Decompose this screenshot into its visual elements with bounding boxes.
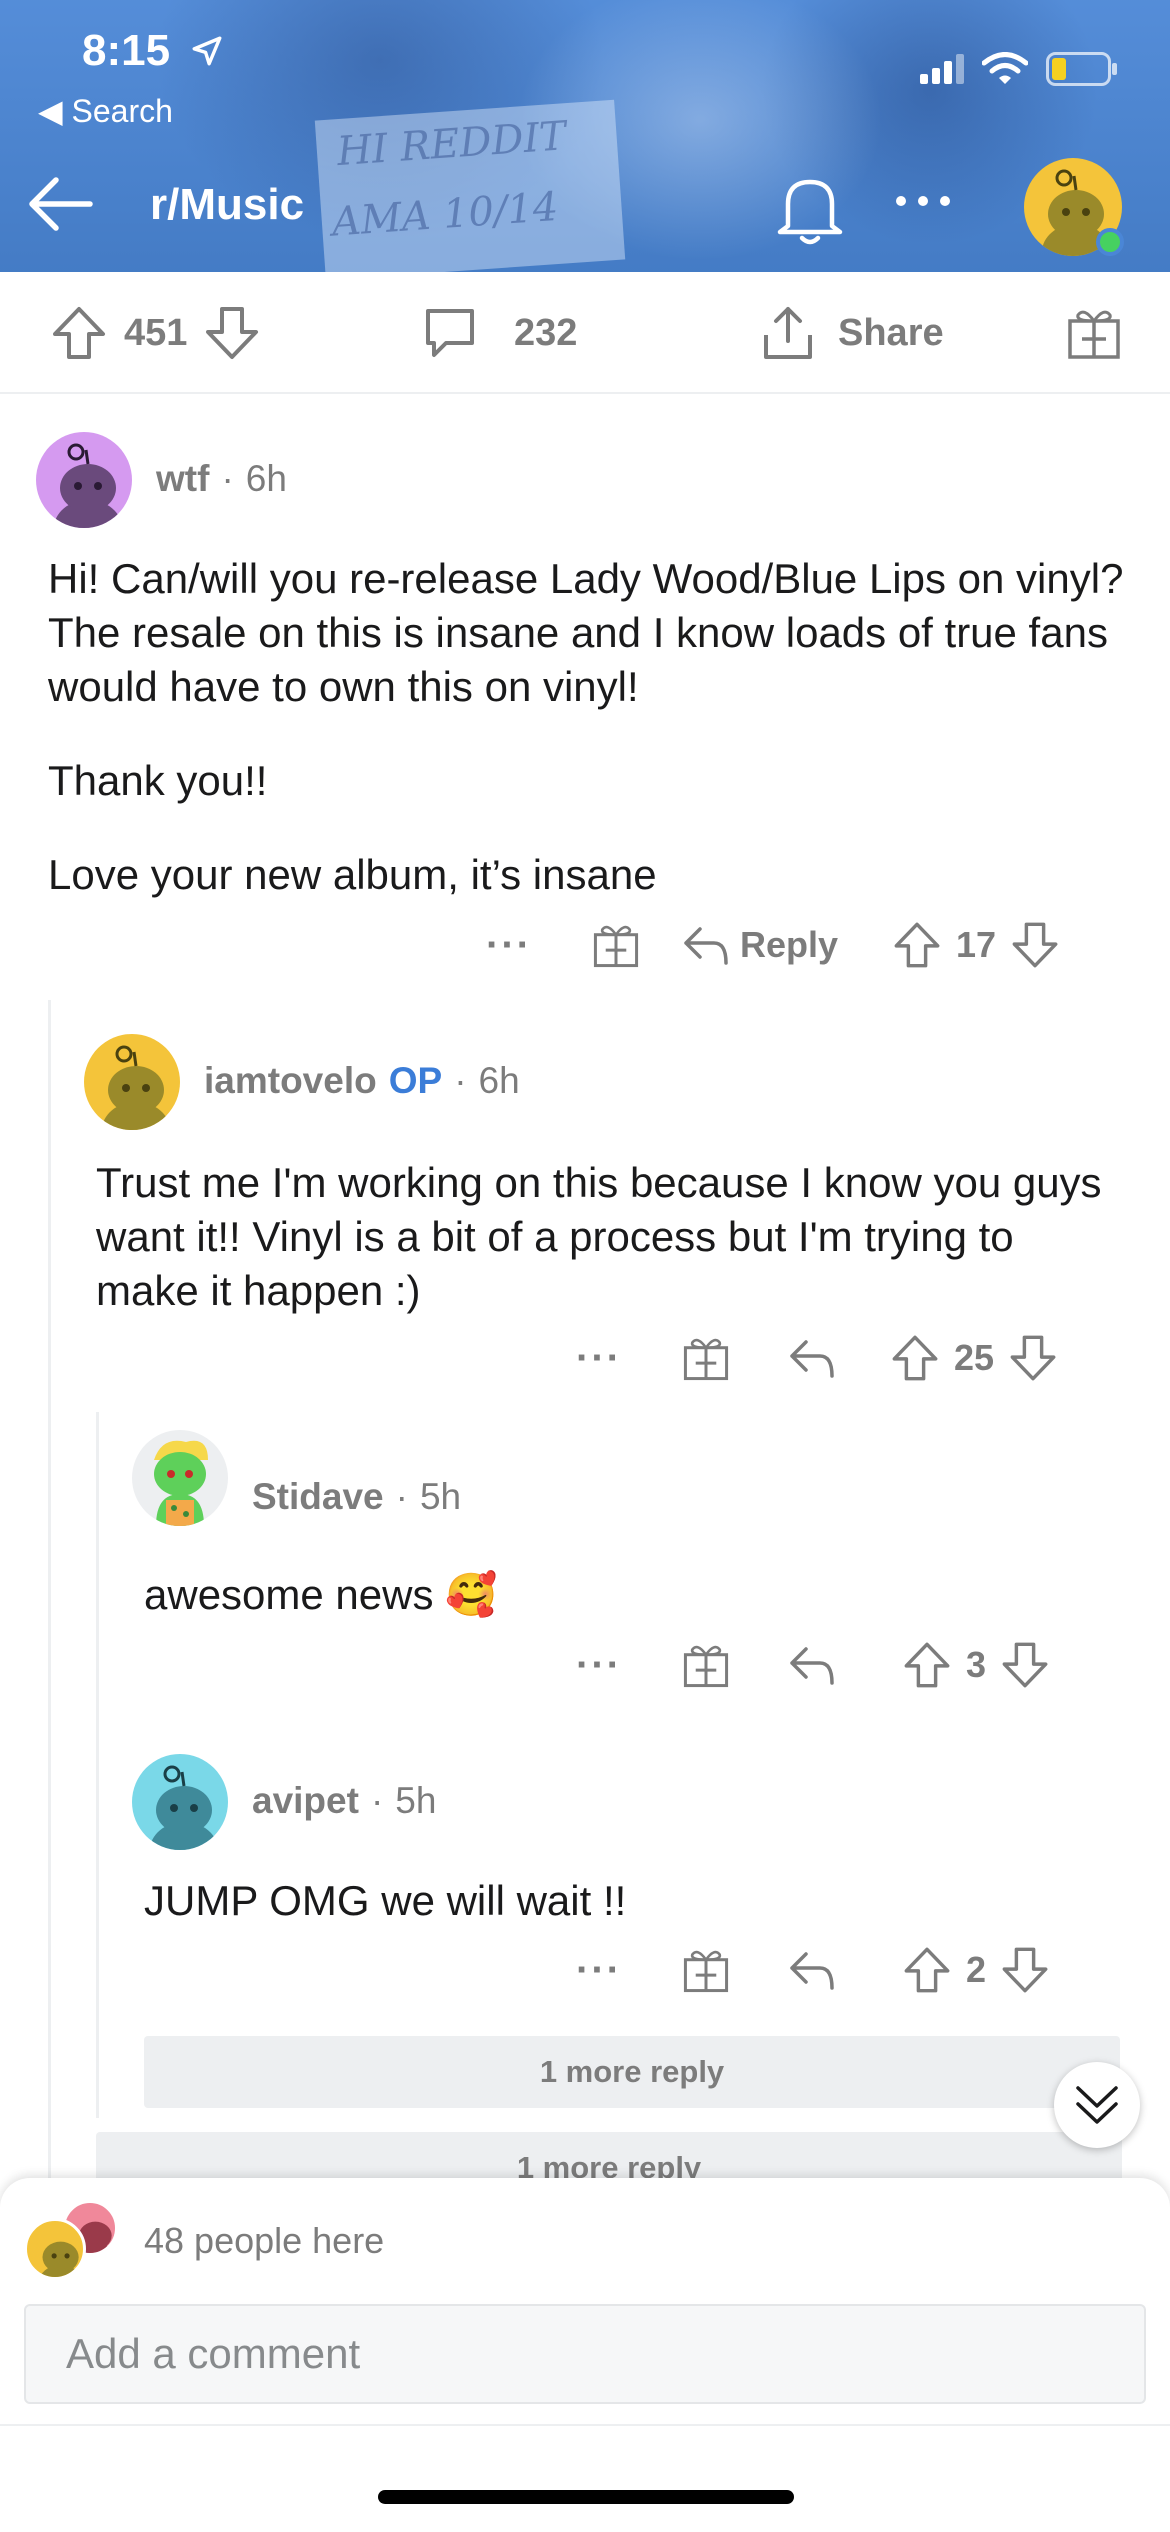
comment-paragraph: awesome news 🥰 bbox=[144, 1571, 498, 1618]
share-button[interactable]: Share bbox=[758, 272, 944, 394]
photo-sign: HI REDDIT AMA 10/14 bbox=[314, 99, 626, 272]
back-triangle-icon: ◀ bbox=[38, 93, 63, 129]
comment-icon bbox=[426, 309, 474, 357]
award-icon[interactable] bbox=[682, 1334, 730, 1382]
reply-button[interactable]: Reply bbox=[740, 924, 838, 966]
award-icon bbox=[1068, 310, 1120, 359]
comment-composer: 48 people here bbox=[0, 2178, 1170, 2532]
wifi-icon bbox=[982, 52, 1028, 84]
battery-icon bbox=[1046, 52, 1117, 86]
comment-meta: Stidave · 5h bbox=[252, 1476, 461, 1518]
more-icon[interactable]: ··· bbox=[486, 923, 532, 968]
more-replies-button[interactable]: 1 more reply bbox=[144, 2036, 1120, 2108]
meta-separator: · bbox=[370, 1780, 384, 1821]
downvote-icon[interactable] bbox=[203, 304, 261, 362]
bell-icon[interactable] bbox=[772, 170, 848, 248]
post-action-bar: 451 232 Share bbox=[0, 272, 1170, 394]
more-icon[interactable]: ··· bbox=[576, 1948, 622, 1993]
comment-username[interactable]: Stidave bbox=[252, 1476, 384, 1518]
status-time: 8:15 bbox=[82, 26, 171, 75]
reply-icon[interactable] bbox=[788, 1948, 836, 1992]
comment-actions: ··· 3 bbox=[576, 1635, 1050, 1695]
downvote-icon[interactable] bbox=[1000, 1945, 1050, 1995]
award-icon[interactable] bbox=[682, 1641, 730, 1689]
subreddit-title[interactable]: r/Music bbox=[150, 180, 304, 230]
avatar[interactable] bbox=[36, 432, 132, 528]
comment-actions: ··· 25 bbox=[576, 1328, 1058, 1388]
comments-button[interactable]: 232 bbox=[420, 272, 577, 394]
avatar[interactable] bbox=[132, 1754, 228, 1850]
more-icon[interactable]: ··· bbox=[576, 1643, 622, 1688]
comment-paragraph: JUMP OMG we will wait !! bbox=[144, 1877, 627, 1924]
post-score: 451 bbox=[124, 311, 188, 354]
comment-time: 5h bbox=[419, 1476, 462, 1517]
reply-icon[interactable] bbox=[788, 1336, 836, 1380]
thread-line[interactable] bbox=[48, 1000, 51, 2190]
upvote-icon[interactable] bbox=[890, 1333, 940, 1383]
status-icons bbox=[920, 52, 1118, 86]
post-header: HI REDDIT AMA 10/14 8:15 ◀ Search r/Musi… bbox=[0, 0, 1170, 272]
comment-count: 232 bbox=[514, 311, 578, 354]
upvote-icon[interactable] bbox=[892, 920, 942, 970]
award-button[interactable] bbox=[1066, 272, 1122, 394]
vote-group: 451 bbox=[50, 272, 261, 394]
meta-separator: · bbox=[221, 458, 234, 499]
upvote-icon[interactable] bbox=[902, 1640, 952, 1690]
avatar bbox=[24, 2218, 86, 2280]
comment-time: 6h bbox=[245, 458, 287, 499]
downvote-icon[interactable] bbox=[1010, 920, 1060, 970]
reply-icon[interactable] bbox=[682, 923, 730, 967]
op-badge: OP bbox=[388, 1060, 443, 1101]
comment-score: 25 bbox=[953, 1337, 995, 1378]
more-icon[interactable] bbox=[896, 196, 950, 206]
comment-time: 5h bbox=[395, 1780, 437, 1821]
award-icon[interactable] bbox=[682, 1946, 730, 1994]
collapse-thread-button[interactable] bbox=[1054, 2062, 1140, 2148]
comment-body: Hi! Can/will you re-release Lady Wood/Bl… bbox=[48, 552, 1128, 942]
meta-separator: · bbox=[395, 1476, 408, 1517]
comment-username[interactable]: avipet bbox=[252, 1780, 359, 1822]
comment-actions: ··· Reply 17 bbox=[486, 915, 1060, 975]
share-icon bbox=[764, 307, 812, 359]
home-indicator[interactable] bbox=[378, 2490, 794, 2504]
online-status-dot bbox=[1096, 228, 1124, 256]
divider bbox=[0, 2424, 1170, 2426]
signal-icon bbox=[920, 54, 964, 84]
comment-username[interactable]: wtf bbox=[156, 458, 209, 500]
comment-actions: ··· 2 bbox=[576, 1940, 1050, 2000]
comment-score: 3 bbox=[965, 1644, 986, 1685]
chevron-double-down-icon bbox=[1076, 2086, 1118, 2124]
back-to-search[interactable]: ◀ Search bbox=[38, 92, 173, 130]
avatar[interactable] bbox=[84, 1034, 180, 1130]
comment-username[interactable]: iamtovelo bbox=[204, 1060, 377, 1102]
comment-input[interactable] bbox=[24, 2304, 1146, 2404]
comment-score: 17 bbox=[956, 924, 997, 965]
upvote-icon[interactable] bbox=[50, 304, 108, 362]
comment-paragraph: Hi! Can/will you re-release Lady Wood/Bl… bbox=[48, 555, 1124, 710]
back-arrow-icon[interactable] bbox=[24, 168, 96, 240]
reply-icon[interactable] bbox=[788, 1643, 836, 1687]
comment-paragraph: Thank you!! bbox=[48, 757, 268, 804]
comment-score: 2 bbox=[965, 1949, 986, 1990]
share-label: Share bbox=[838, 311, 944, 354]
thread-line[interactable] bbox=[96, 1412, 99, 2118]
award-icon[interactable] bbox=[592, 921, 640, 969]
meta-separator: · bbox=[454, 1060, 467, 1101]
downvote-icon[interactable] bbox=[1008, 1333, 1058, 1383]
comment-paragraph: Love your new album, it’s insane bbox=[48, 851, 657, 898]
comment-paragraph: Trust me I'm working on this because I k… bbox=[96, 1159, 1102, 1314]
location-arrow-icon bbox=[192, 36, 222, 66]
comment-meta: iamtovelo OP · 6h bbox=[204, 1060, 520, 1102]
upvote-icon[interactable] bbox=[902, 1945, 952, 1995]
avatar[interactable] bbox=[132, 1430, 228, 1526]
downvote-icon[interactable] bbox=[1000, 1640, 1050, 1690]
people-here-count: 48 people here bbox=[144, 2220, 385, 2261]
more-icon[interactable]: ··· bbox=[576, 1336, 622, 1381]
comment-time: 6h bbox=[478, 1060, 520, 1101]
comment-meta: avipet · 5h bbox=[252, 1780, 436, 1822]
comment-meta: wtf · 6h bbox=[156, 458, 287, 500]
